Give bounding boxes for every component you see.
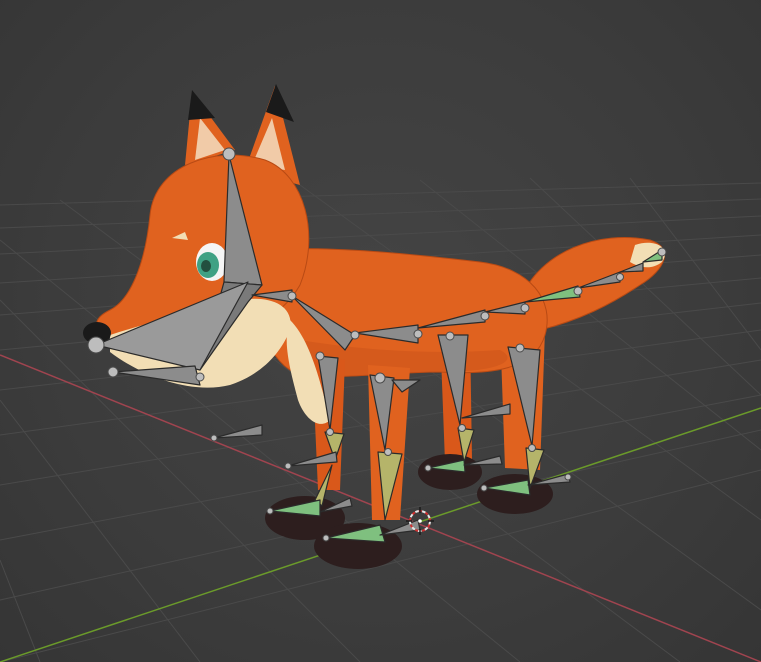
- fox-eye-pupil: [201, 260, 211, 272]
- joint-back-left-top[interactable]: [445, 331, 455, 341]
- joint-spine-2[interactable]: [413, 329, 423, 339]
- joint-spine-3[interactable]: [480, 311, 490, 321]
- joint-back-right-toe[interactable]: [480, 484, 488, 492]
- bone-front-right-extra[interactable]: [379, 519, 421, 536]
- joint-tail-1[interactable]: [520, 303, 530, 313]
- joint-head-top[interactable]: [222, 147, 236, 161]
- joint-back-left-knee[interactable]: [458, 424, 466, 432]
- fox-paw-back-right: [477, 474, 553, 514]
- joint-front-right-toe[interactable]: [322, 534, 330, 542]
- joint-tail-2[interactable]: [573, 286, 583, 296]
- joint-floating[interactable]: [210, 434, 218, 442]
- joint-back-right-extra[interactable]: [564, 473, 572, 481]
- joint-back-right-knee[interactable]: [528, 444, 536, 452]
- joint-jaw[interactable]: [107, 366, 119, 378]
- joint-tail-3[interactable]: [616, 273, 624, 281]
- bone-floating[interactable]: [213, 424, 263, 439]
- joint-tail-tip[interactable]: [657, 247, 667, 257]
- fox-paw-back-left: [418, 454, 482, 490]
- joint-front-right-knee[interactable]: [384, 448, 392, 456]
- joint-front-left-mid[interactable]: [284, 462, 292, 470]
- joint-front-right-top[interactable]: [374, 372, 386, 384]
- joint-spine-1[interactable]: [350, 330, 360, 340]
- joint-front-left-toe[interactable]: [266, 507, 274, 515]
- joint-jaw-end[interactable]: [195, 372, 205, 382]
- joint-front-left-knee[interactable]: [326, 428, 334, 436]
- joint-front-left-top[interactable]: [315, 351, 325, 361]
- viewport-canvas[interactable]: [0, 0, 761, 662]
- fox-ear-left-tip: [188, 90, 215, 120]
- 3d-viewport[interactable]: [0, 0, 761, 662]
- joint-back-left-toe[interactable]: [424, 464, 432, 472]
- joint-nose[interactable]: [87, 336, 105, 354]
- joint-back-right-top[interactable]: [515, 343, 525, 353]
- joint-neck[interactable]: [287, 291, 297, 301]
